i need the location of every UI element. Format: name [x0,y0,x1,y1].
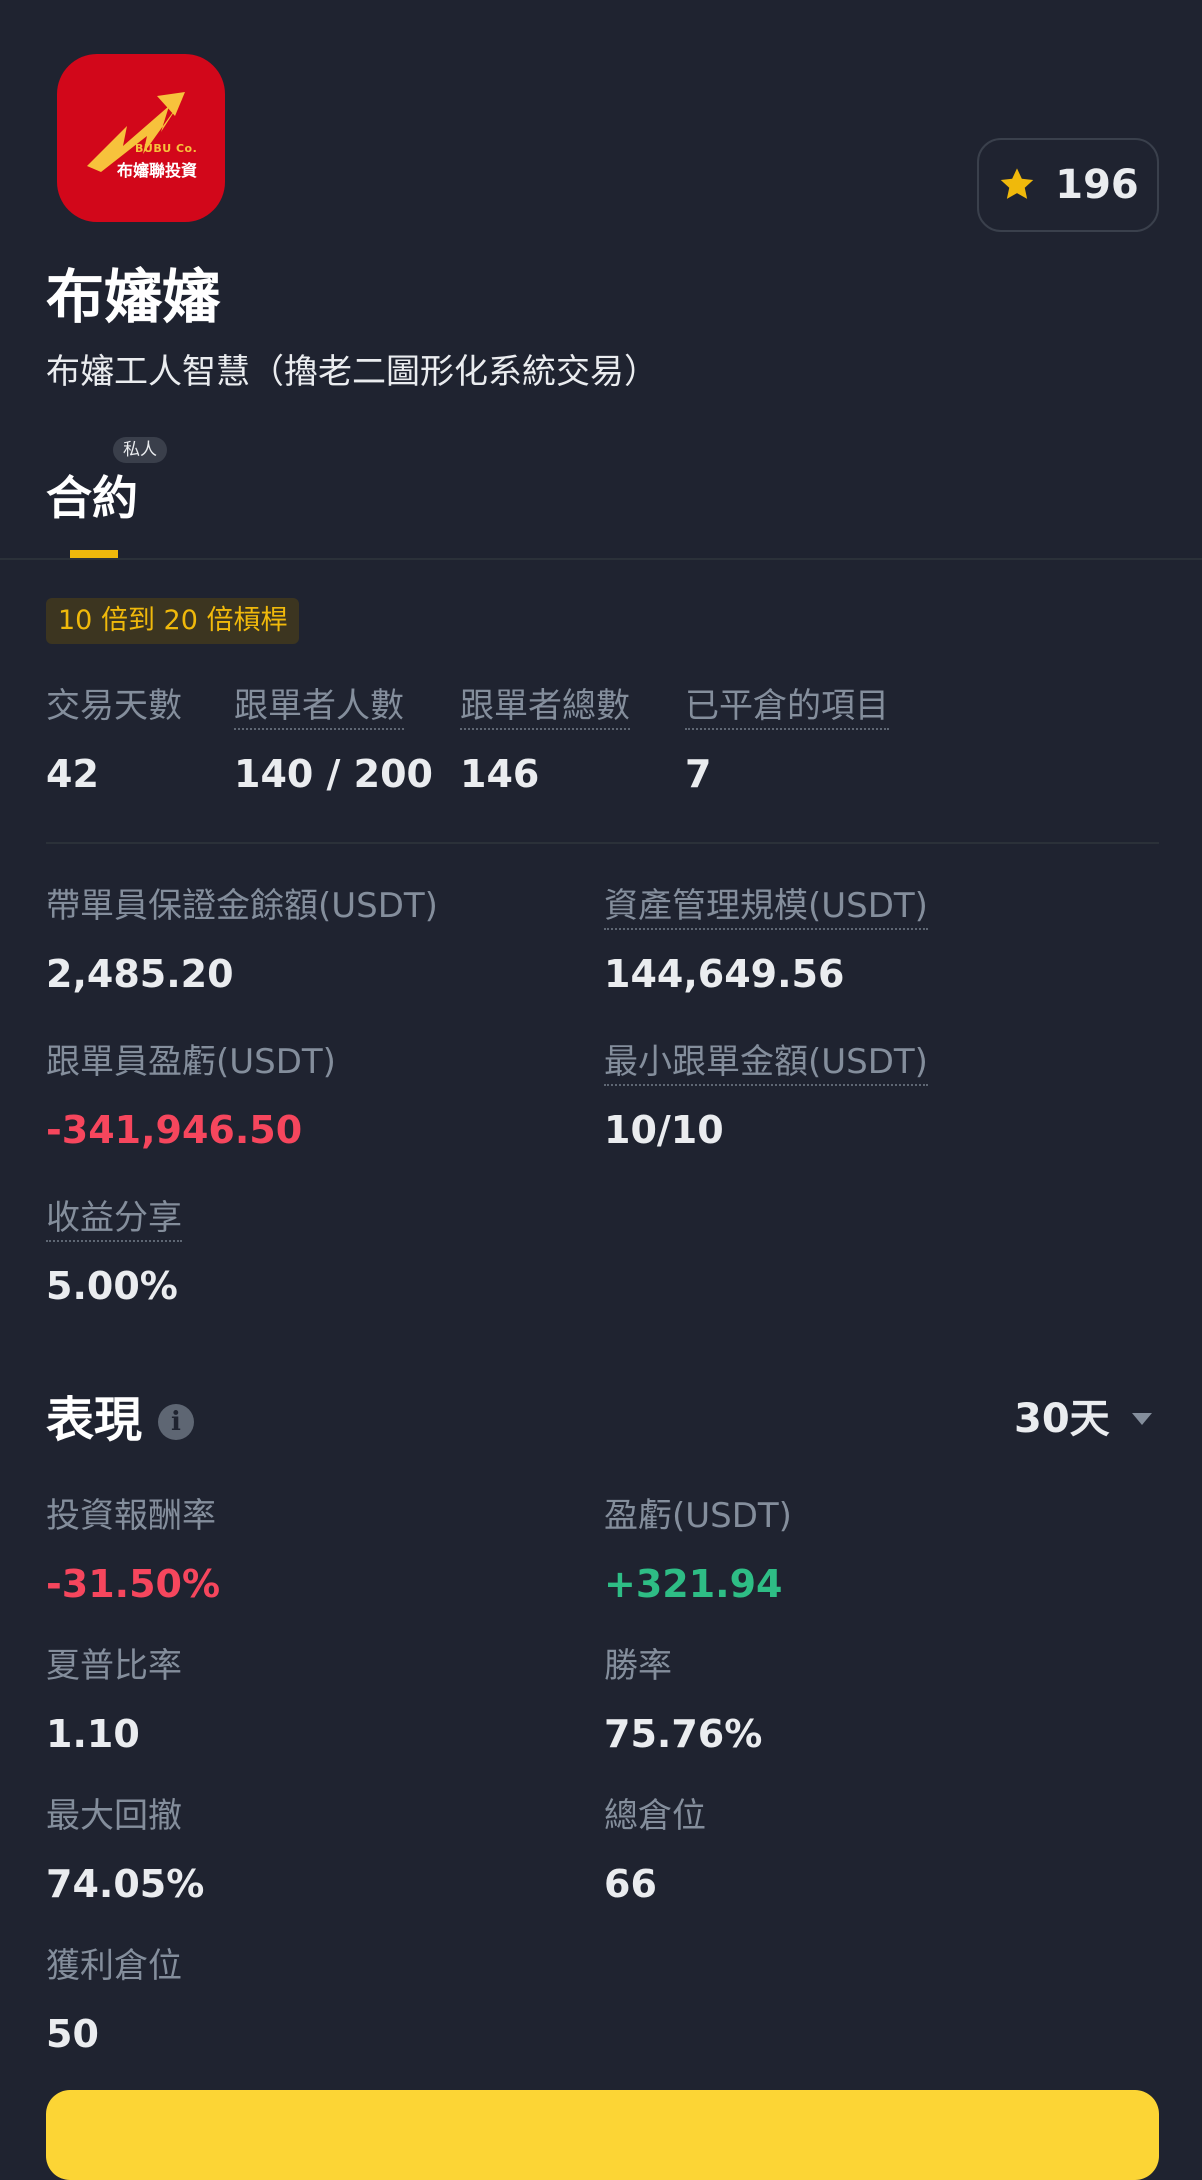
performance-title: 表現 [46,1392,143,1448]
leverage-badge: 10 倍到 20 倍槓桿 [46,598,300,644]
sharpe-label: 夏普比率 [46,1646,182,1686]
trader-name: 布嬸嬸 [46,263,221,331]
aum-value: 144,649.56 [604,952,845,996]
stat-value: 7 [685,752,712,796]
favorite-count: 196 [1055,162,1139,208]
total-positions-value: 66 [604,1862,657,1906]
lightning-logo-icon [87,92,185,172]
favorite-button[interactable]: 196 [977,138,1159,232]
winning-positions-label: 獲利倉位 [46,1946,182,1986]
roi-value: -31.50% [46,1562,221,1606]
pnl-value: +321.94 [604,1562,783,1606]
tab-active-indicator [70,550,118,558]
info-icon[interactable]: i [158,1404,194,1440]
tab-divider [0,558,1202,560]
aum-label[interactable]: 資產管理規模(USDT) [604,884,928,930]
stat-value: 42 [46,752,99,796]
follower-pnl-value: -341,946.50 [46,1108,303,1152]
win-rate-value: 75.76% [604,1712,763,1756]
follower-pnl-label: 跟單員盈虧(USDT) [46,1042,336,1082]
min-copy-label[interactable]: 最小跟單金額(USDT) [604,1040,928,1086]
stat-followers[interactable]: 跟單者人數 [234,684,404,730]
margin-balance-label: 帶單員保證金餘額(USDT) [46,886,438,926]
stat-label[interactable]: 跟單者總數 [460,684,630,730]
stat-value: 140 / 200 [234,752,433,796]
winning-positions-value: 50 [46,2012,99,2056]
stat-label[interactable]: 已平倉的項目 [685,684,889,730]
max-drawdown-value: 74.05% [46,1862,205,1906]
section-divider [46,842,1159,844]
min-copy-value: 10/10 [604,1108,724,1152]
stat-label: 交易天數 [46,686,182,726]
private-badge: 私人 [113,437,167,463]
star-icon [1001,168,1034,199]
caret-down-icon [1131,1413,1152,1425]
profit-share-label[interactable]: 收益分享 [46,1196,182,1242]
margin-balance-value: 2,485.20 [46,952,234,996]
tab-contract[interactable]: 合約 [46,470,138,526]
total-positions-label: 總倉位 [604,1796,706,1836]
stat-closed-positions[interactable]: 已平倉的項目 [685,684,889,730]
stat-trading-days: 交易天數 [46,684,182,728]
period-value: 30天 [1014,1396,1110,1442]
win-rate-label: 勝率 [604,1646,672,1686]
period-dropdown[interactable]: 30天 [1014,1394,1152,1444]
logo-name-text: 布嬸聯投資 [117,161,198,180]
stat-label[interactable]: 跟單者人數 [234,684,404,730]
copy-trade-button[interactable] [46,2090,1159,2180]
stat-value: 146 [460,752,540,796]
profit-share-value: 5.00% [46,1264,178,1308]
logo-company-text: BUBU Co. [135,142,198,155]
trader-logo: BUBU Co. 布嬸聯投資 [57,54,225,222]
roi-label: 投資報酬率 [46,1496,216,1536]
stat-total-followers[interactable]: 跟單者總數 [460,684,630,730]
pnl-label: 盈虧(USDT) [604,1496,792,1536]
max-drawdown-label: 最大回撤 [46,1796,182,1836]
sharpe-value: 1.10 [46,1712,140,1756]
trader-description: 布嬸工人智慧（擼老二圖形化系統交易） [46,352,658,392]
